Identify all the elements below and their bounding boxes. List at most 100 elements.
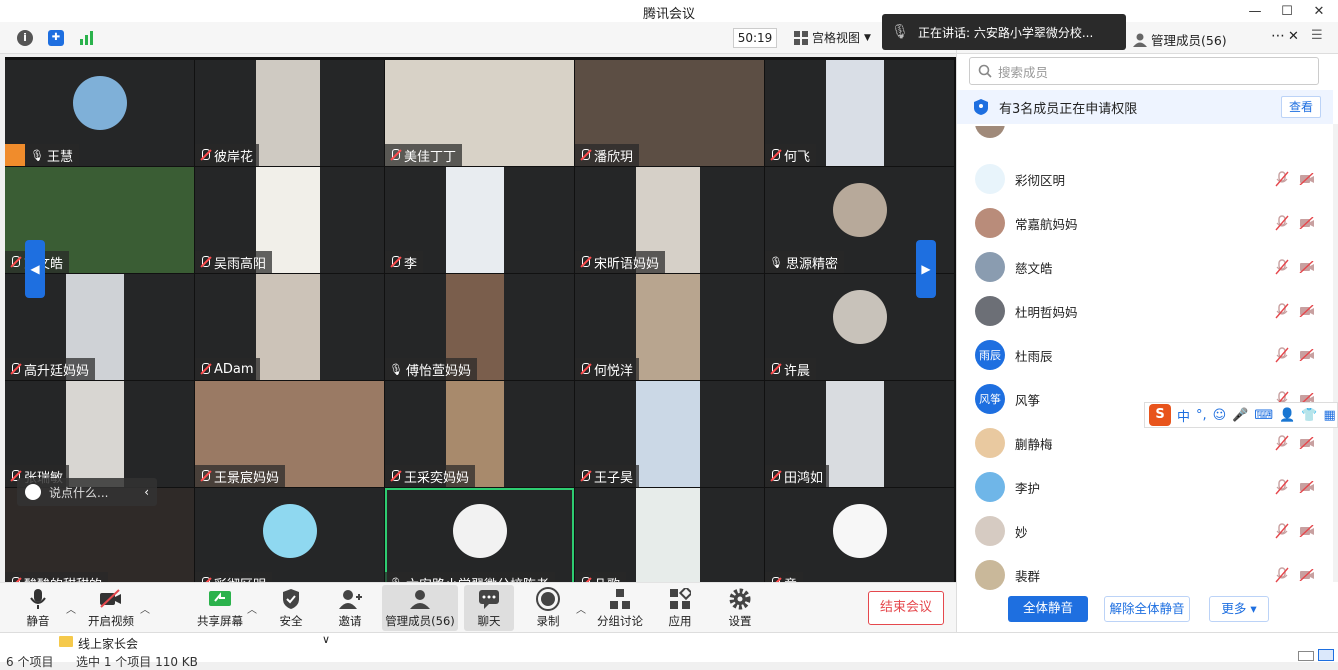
participant-tile[interactable]: 何飞 (765, 60, 954, 166)
next-page-button[interactable]: ▶ (916, 240, 936, 298)
member-row[interactable]: 妙 (957, 509, 1333, 553)
participant-tile[interactable]: 田鸿如 (765, 381, 954, 487)
view-requests-button[interactable]: 查看 (1281, 96, 1321, 118)
microphone-muted-icon (9, 362, 21, 376)
chat-button[interactable]: 聊天 (464, 585, 514, 631)
camera-off-icon[interactable] (1299, 568, 1315, 582)
camera-off-icon[interactable] (1299, 216, 1315, 230)
participant-tile[interactable]: 吴雨高阳 (195, 167, 384, 273)
breakout-button[interactable]: 分组讨论 (596, 585, 644, 631)
manage-members-button[interactable]: 管理成员(56) (382, 585, 458, 631)
folder-name[interactable]: 线上家长会 (78, 635, 138, 652)
unmute-all-button[interactable]: 解除全体静音 (1104, 596, 1190, 622)
mute-all-button[interactable]: 全体静音 (1008, 596, 1088, 622)
camera-off-icon[interactable] (1299, 304, 1315, 318)
microphone-muted-icon[interactable] (1275, 435, 1289, 451)
participant-tile[interactable]: 何悦洋 (575, 274, 764, 380)
camera-off-icon[interactable] (1299, 172, 1315, 186)
chevron-down-icon[interactable]: ∨ (322, 633, 330, 646)
chat-quick-input[interactable]: 说点什么... ‹ (17, 478, 157, 506)
details-view-icon[interactable] (1298, 651, 1314, 661)
participant-tile[interactable]: 🎙 王慧 (5, 60, 194, 166)
share-screen-button[interactable]: 共享屏幕 (196, 585, 244, 631)
skin-icon[interactable]: 👕 (1301, 408, 1317, 423)
emoji-icon[interactable]: ☺ (1213, 408, 1227, 423)
prev-page-button[interactable]: ◀ (25, 240, 45, 298)
participant-tile[interactable]: 张瑞敏 (5, 381, 194, 487)
record-button[interactable]: 录制 (532, 585, 564, 631)
record-options-chevron[interactable]: ︿ (576, 601, 586, 616)
camera-off-icon[interactable] (1299, 348, 1315, 362)
participant-tile[interactable]: 彩彻区明 (195, 488, 384, 594)
member-row[interactable]: 李护 (957, 465, 1333, 509)
participant-tile[interactable]: 李 (385, 167, 574, 273)
participant-tile[interactable]: 潘欣玥 (575, 60, 764, 166)
member-row[interactable]: 雨辰 杜雨辰 (957, 333, 1333, 377)
participant-tile[interactable]: 宋昕语妈妈 (575, 167, 764, 273)
video-feed (636, 488, 700, 594)
microphone-icon[interactable]: 🎤 (1232, 408, 1248, 423)
microphone-muted-icon[interactable] (1275, 523, 1289, 539)
microphone-muted-icon[interactable] (1275, 567, 1289, 583)
camera-off-icon[interactable] (1299, 260, 1315, 274)
invite-button[interactable]: 邀请 (334, 585, 366, 631)
microphone-muted-icon[interactable] (1275, 171, 1289, 187)
info-icon[interactable]: i (17, 30, 33, 46)
microphone-muted-icon[interactable] (1275, 303, 1289, 319)
participant-tile[interactable]: 凡歌 (575, 488, 764, 594)
member-row[interactable]: 彩彻区明 (957, 157, 1333, 201)
minimize-button[interactable]: — (1238, 0, 1272, 22)
chevron-left-icon[interactable]: ‹ (144, 485, 149, 499)
participant-tile[interactable]: ADam (195, 274, 384, 380)
settings-button[interactable]: 设置 (724, 585, 756, 631)
participant-tile[interactable]: 王景宸妈妈 (195, 381, 384, 487)
user-icon[interactable]: 👤 (1279, 408, 1295, 423)
microphone-muted-icon[interactable] (1275, 479, 1289, 495)
grid-view-button[interactable]: 宫格视图 ▼ (794, 28, 871, 48)
mute-options-chevron[interactable]: ︿ (66, 601, 76, 616)
member-row[interactable]: 常嘉航妈妈 (957, 201, 1333, 245)
permission-request-text: 有3名成员正在申请权限 (999, 101, 1138, 117)
member-row[interactable]: 慈文皓 (957, 245, 1333, 289)
keyboard-icon[interactable]: ⌨ (1254, 408, 1273, 423)
start-video-button[interactable]: 开启视频 (84, 585, 138, 631)
camera-off-icon[interactable] (1299, 524, 1315, 538)
close-panel-icon[interactable]: ✕ (1288, 29, 1299, 44)
camera-off-icon[interactable] (1299, 436, 1315, 450)
grid-icon[interactable]: ▦ (1324, 408, 1336, 423)
close-window-button[interactable]: ✕ (1302, 0, 1336, 22)
mute-button[interactable]: 静音 (20, 585, 56, 631)
more-options-icon[interactable]: ⋯ (1271, 28, 1285, 44)
end-meeting-button[interactable]: 结束会议 (868, 591, 944, 625)
more-button[interactable]: 更多 ▾ (1209, 596, 1269, 622)
participant-tile[interactable]: 🎙六安路小学翠微分校陈老 (385, 488, 574, 594)
ime-mode[interactable]: 中 (1177, 406, 1190, 425)
maximize-button[interactable]: ☐ (1270, 0, 1304, 22)
shield-icon[interactable]: ✚ (48, 30, 64, 46)
member-row[interactable]: 杜明哲妈妈 (957, 289, 1333, 333)
participant-name: ADam (214, 361, 254, 377)
participant-tile[interactable]: 彼岸花 (195, 60, 384, 166)
participant-tile[interactable]: 🎙 傅怡萱妈妈 (385, 274, 574, 380)
microphone-muted-icon[interactable] (1275, 259, 1289, 275)
microphone-icon: 🎙 (389, 362, 403, 376)
participant-tile[interactable]: 王子昊 (575, 381, 764, 487)
participant-tile[interactable]: 美佳丁丁 (385, 60, 574, 166)
signal-icon[interactable] (79, 30, 95, 46)
participant-tile[interactable]: 意 (765, 488, 954, 594)
participant-tile[interactable]: 王采奕妈妈 (385, 381, 574, 487)
share-options-chevron[interactable]: ︿ (247, 601, 257, 616)
panel-menu-icon[interactable]: ☰ (1311, 28, 1323, 43)
security-button[interactable]: 安全 (276, 585, 306, 631)
microphone-muted-icon[interactable] (1275, 347, 1289, 363)
ime-toolbar[interactable]: S 中 °, ☺ 🎤 ⌨ 👤 👕 ▦ (1144, 402, 1338, 428)
microphone-muted-icon[interactable] (1275, 215, 1289, 231)
member-search-input[interactable]: 搜索成员 (969, 57, 1319, 85)
emoji-icon[interactable] (25, 484, 41, 500)
member-list-scrollbar[interactable] (1333, 124, 1338, 582)
punctuation-icon[interactable]: °, (1196, 408, 1207, 423)
camera-off-icon[interactable] (1299, 480, 1315, 494)
video-options-chevron[interactable]: ︿ (140, 601, 150, 616)
thumbnail-view-icon[interactable] (1318, 649, 1334, 661)
apps-button[interactable]: 应用 (666, 585, 694, 631)
